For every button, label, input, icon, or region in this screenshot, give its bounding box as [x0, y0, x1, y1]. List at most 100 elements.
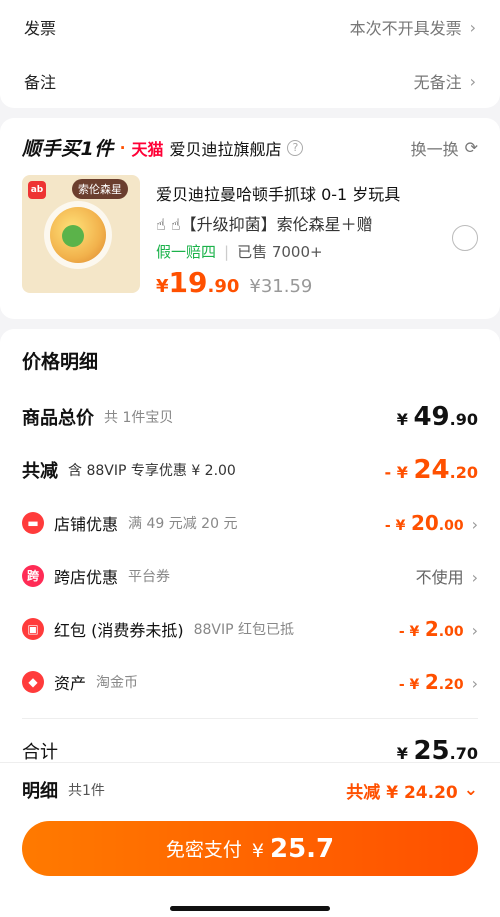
footer-summary[interactable]: 明细 共1件 共减 ¥ 24.20 ⌄	[0, 763, 500, 803]
price-symbol: ¥	[156, 276, 169, 297]
swap-button[interactable]: 换一换 ⟳	[411, 136, 478, 160]
help-icon[interactable]: ?	[287, 139, 304, 156]
amount-int: 20	[410, 510, 439, 535]
cross-shop-label: 跨店优惠	[54, 567, 119, 587]
sold-count: 已售 7000+	[237, 243, 323, 261]
note-value: 无备注	[413, 73, 462, 92]
redpack-row[interactable]: ▣ 红包 (消费券未抵) 88VIP 红包已抵 - ¥ 2.00 ›	[22, 602, 478, 655]
footer-detail-group: 明细 共1件	[22, 777, 105, 803]
price-int: 19	[168, 266, 208, 299]
amount-int: 2	[424, 616, 439, 641]
invoice-row[interactable]: 发票 本次不开具发票 ›	[24, 0, 476, 54]
reco-title: 顺手买1件	[22, 138, 114, 160]
product-price: ¥19.90	[156, 266, 239, 299]
original-price: ¥31.59	[249, 276, 313, 297]
cross-shop-left: 跨 跨店优惠 平台券	[22, 564, 170, 588]
assets-amount: - ¥ 2.20 ›	[399, 670, 478, 694]
assets-label: 资产	[54, 673, 87, 693]
add-product-radio[interactable]	[452, 225, 478, 251]
product-thumbnail[interactable]: ab 索伦森星	[22, 175, 140, 293]
order-options-card: 发票 本次不开具发票 › 备注 无备注 ›	[0, 0, 500, 108]
chevron-double-down-icon: ⌄	[463, 780, 478, 800]
invoice-label: 发票	[24, 19, 57, 38]
cross-shop-discount-row[interactable]: 跨 跨店优惠 平台券 不使用 ›	[22, 549, 478, 602]
cross-shop-sub: 平台券	[128, 568, 171, 585]
amount: ¥ 49.90	[397, 402, 478, 432]
price-detail-card: 价格明细 商品总价 共 1件宝贝 ¥ 49.90 共减 含 88VIP 专享优惠…	[0, 329, 500, 779]
amount-dec: .90	[449, 409, 478, 429]
amount-symbol: ¥	[396, 744, 408, 763]
pay-amount-group: ¥ 25.7	[252, 834, 334, 864]
chevron-right-icon: ›	[471, 673, 478, 693]
chevron-right-icon: ›	[469, 71, 476, 91]
note-row[interactable]: 备注 无备注 ›	[24, 54, 476, 108]
pay-label: 免密支付	[165, 839, 242, 861]
goods-total-row: 商品总价 共 1件宝贝 ¥ 49.90	[22, 390, 478, 443]
brand-logo-icon: ab	[28, 181, 46, 199]
reco-header: 顺手买1件 · 天猫 爱贝迪拉旗舰店 ? 换一换 ⟳	[22, 134, 478, 161]
cross-shop-icon: 跨	[22, 564, 44, 587]
shop-name[interactable]: 爱贝迪拉旗舰店	[169, 136, 281, 160]
redpack-label: 红包 (消费券未抵)	[54, 620, 184, 640]
redpack-sub: 88VIP 红包已抵	[193, 621, 294, 638]
amount: - ¥ 2.00	[399, 617, 464, 641]
shop-discount-label: 店铺优惠	[54, 514, 119, 534]
amount: - ¥ 20.00	[385, 511, 464, 535]
redpack-left: ▣ 红包 (消费券未抵) 88VIP 红包已抵	[22, 617, 294, 641]
shop-coupon-icon: ▬	[22, 511, 44, 534]
chevron-right-icon: ›	[471, 514, 478, 534]
pay-button[interactable]: 免密支付 ¥ 25.7	[22, 821, 478, 876]
amount-dec: .70	[449, 744, 478, 763]
home-indicator	[170, 906, 330, 911]
discount-total-amount: - ¥ 24.20	[385, 455, 478, 485]
shop-discount-sub: 满 49 元减 20 元	[128, 515, 238, 532]
product-subtitle: ☝ ☝【升级抑菌】索伦森星＋赠	[156, 215, 373, 234]
amount-int: 2	[424, 669, 439, 694]
footer-count: 共1件	[68, 783, 105, 799]
red-packet-icon: ▣	[22, 617, 44, 640]
footer-saved-group[interactable]: 共减 ¥ 24.20 ⌄	[346, 778, 478, 803]
add-on-recommendation-card: 顺手买1件 · 天猫 爱贝迪拉旗舰店 ? 换一换 ⟳ ab 索伦森星 爱贝迪拉曼…	[0, 118, 500, 319]
note-label: 备注	[24, 73, 57, 92]
shop-discount-amount: - ¥ 20.00 ›	[385, 511, 478, 535]
reco-product[interactable]: ab 索伦森星 爱贝迪拉曼哈顿手抓球 0-1 岁玩具 ☝ ☝【升级抑菌】索伦森星…	[22, 175, 478, 299]
price-row: ¥19.90 ¥31.59	[156, 266, 478, 299]
ball-accent	[62, 225, 84, 247]
pay-symbol: ¥	[251, 839, 264, 862]
reco-title-group: 顺手买1件 · 天猫 爱贝迪拉旗舰店 ?	[22, 134, 304, 161]
guarantee-badge: 假一赔四	[156, 243, 217, 261]
amount-symbol: ¥	[396, 409, 408, 429]
amount-symbol: - ¥	[398, 623, 420, 640]
amount-dec: .20	[438, 676, 464, 693]
invoice-value-group: 本次不开具发票 ›	[350, 15, 476, 39]
amount-dec: .20	[449, 462, 478, 482]
price-detail-heading: 价格明细	[22, 351, 99, 373]
swap-label: 换一换	[410, 139, 459, 159]
amount-symbol: - ¥	[384, 462, 408, 482]
pay-amount: 25.7	[270, 833, 335, 864]
redpack-amount: - ¥ 2.00 ›	[399, 617, 478, 641]
price-dec: .90	[207, 276, 240, 297]
discount-total-sub: 含 88VIP 专享优惠 ¥ 2.00	[68, 462, 236, 479]
assets-row[interactable]: ◆ 资产 淘金币 - ¥ 2.20 ›	[22, 655, 478, 708]
product-badges: 假一赔四 | 已售 7000+	[156, 241, 478, 262]
amount-symbol: - ¥	[384, 517, 406, 534]
goods-total-label: 商品总价	[22, 407, 94, 429]
footer-detail-label: 明细	[22, 781, 58, 802]
chevron-right-icon: ›	[471, 620, 478, 640]
total-label: 合计	[22, 742, 58, 763]
note-value-group: 无备注 ›	[414, 69, 476, 93]
amount-dec: .00	[438, 623, 464, 640]
discount-total-left: 共减 含 88VIP 专享优惠 ¥ 2.00	[22, 457, 236, 483]
goods-total-amount: ¥ 49.90	[397, 402, 478, 432]
product-name: 爱贝迪拉曼哈顿手抓球 0-1 岁玩具	[156, 185, 401, 204]
discount-total-label: 共减	[22, 460, 58, 482]
chevron-right-icon: ›	[469, 17, 476, 37]
divider: |	[224, 242, 230, 261]
dot-separator: ·	[119, 138, 126, 157]
shop-discount-row[interactable]: ▬ 店铺优惠 满 49 元减 20 元 - ¥ 20.00 ›	[22, 496, 478, 549]
amount: - ¥ 24.20	[385, 455, 478, 485]
thumb-tag: 索伦森星	[72, 179, 128, 199]
discount-total-row: 共减 含 88VIP 专享优惠 ¥ 2.00 - ¥ 24.20	[22, 443, 478, 496]
amount-symbol: - ¥	[398, 676, 420, 693]
